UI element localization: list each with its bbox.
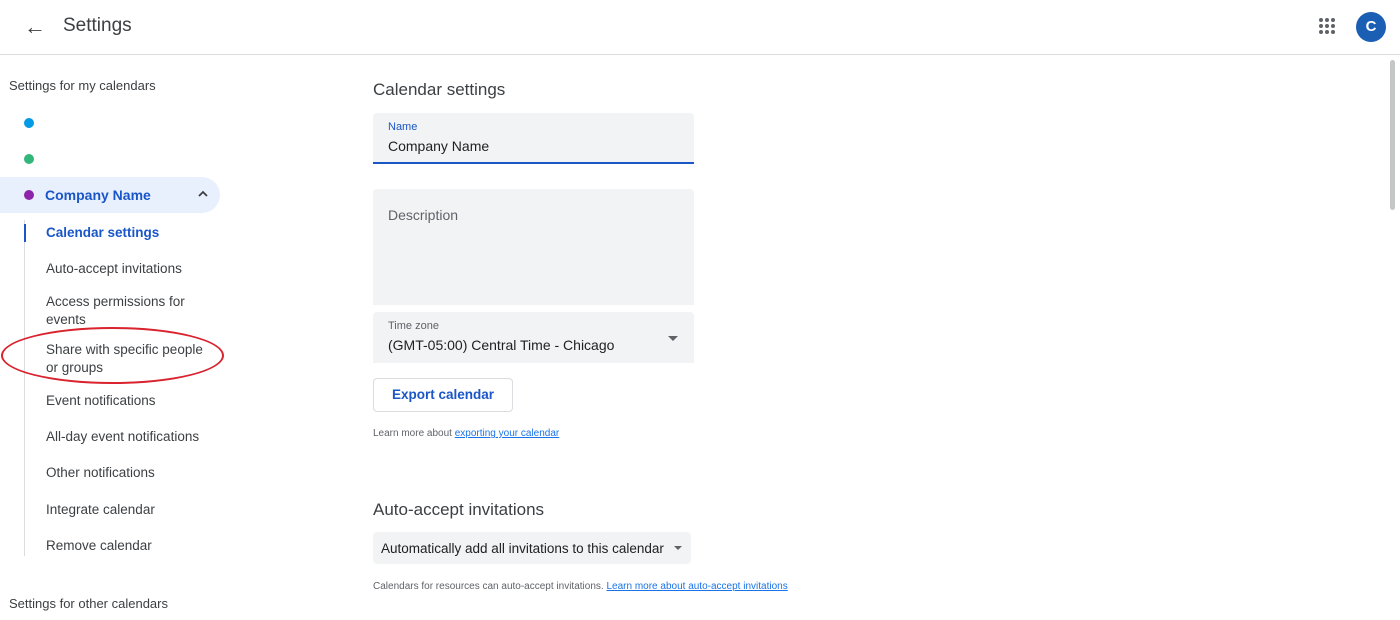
nav-integrate-calendar[interactable]: Integrate calendar (46, 501, 216, 519)
export-help-text: Learn more about exporting your calendar (373, 428, 559, 439)
nav-all-day-notifications[interactable]: All-day event notifications (46, 428, 216, 446)
timezone-value: (GMT-05:00) Central Time - Chicago (388, 337, 615, 353)
nav-calendar-settings[interactable]: Calendar settings (46, 224, 216, 242)
description-field[interactable]: Description (373, 189, 694, 305)
main-content: Calendar settings Name Company Name Desc… (373, 56, 1373, 620)
nav-remove-calendar[interactable]: Remove calendar (46, 537, 216, 555)
calendar-item-company-name[interactable]: Company Name (0, 177, 220, 213)
auto-accept-title: Auto-accept invitations (373, 500, 545, 519)
calendar-color-dot (24, 154, 34, 164)
nav-auto-accept-invitations[interactable]: Auto-accept invitations (46, 260, 216, 278)
calendar-color-dot (24, 190, 34, 200)
auto-accept-value: Automatically add all invitations to thi… (381, 541, 664, 556)
exporting-calendar-link[interactable]: exporting your calendar (455, 428, 560, 439)
other-calendars-heading: Settings for other calendars (9, 596, 168, 611)
nav-event-notifications[interactable]: Event notifications (46, 392, 216, 410)
name-field[interactable]: Name Company Name (373, 113, 694, 164)
top-bar: ← Settings C (0, 0, 1400, 55)
calendar-sub-nav: Calendar settings Auto-accept invitation… (24, 220, 224, 556)
description-placeholder: Description (388, 207, 459, 223)
timezone-label: Time zone (388, 320, 439, 332)
highlight-annotation (1, 327, 224, 384)
chevron-up-icon[interactable] (196, 187, 210, 201)
nav-access-permissions[interactable]: Access permissions for events (46, 293, 196, 329)
page-title: Settings (63, 15, 132, 36)
field-focus-underline (373, 162, 694, 164)
dropdown-arrow-icon (668, 336, 678, 341)
name-label: Name (388, 121, 418, 133)
auto-accept-help-text: Calendars for resources can auto-accept … (373, 581, 788, 592)
my-calendars-heading: Settings for my calendars (9, 78, 156, 93)
calendar-color-dot (24, 118, 34, 128)
calendar-item-2[interactable] (0, 141, 220, 177)
auto-accept-learn-more-link[interactable]: Learn more about auto-accept invitations (606, 581, 787, 592)
calendar-settings-title: Calendar settings (373, 80, 506, 99)
timezone-select[interactable]: Time zone (GMT-05:00) Central Time - Chi… (373, 312, 694, 363)
name-value: Company Name (388, 138, 490, 154)
scrollbar-thumb[interactable] (1390, 60, 1395, 210)
avatar[interactable]: C (1356, 12, 1386, 42)
selected-indicator (24, 224, 26, 242)
auto-accept-help-prefix: Calendars for resources can auto-accept … (373, 581, 604, 592)
export-help-prefix: Learn more about (373, 428, 452, 439)
arrow-back-icon[interactable]: ← (22, 14, 48, 40)
export-calendar-button[interactable]: Export calendar (373, 378, 513, 412)
dropdown-arrow-icon (674, 546, 682, 550)
calendar-item-1[interactable] (0, 105, 220, 141)
page-scrollbar[interactable] (1385, 56, 1400, 620)
calendar-name: Company Name (45, 187, 151, 203)
nav-other-notifications[interactable]: Other notifications (46, 464, 216, 482)
apps-grid-icon[interactable] (1316, 15, 1338, 37)
auto-accept-select[interactable]: Automatically add all invitations to thi… (373, 532, 691, 564)
